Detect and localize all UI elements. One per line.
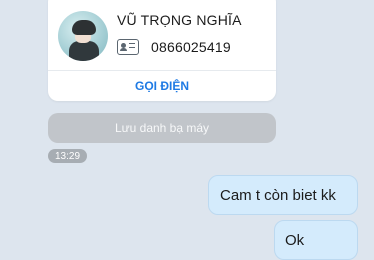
id-card-icon — [117, 39, 139, 55]
save-contact-button[interactable]: Lưu danh bạ máy — [48, 113, 276, 143]
contact-avatar[interactable] — [58, 11, 108, 61]
contact-phone: 0866025419 — [151, 39, 231, 55]
call-button[interactable]: GỌI ĐIỆN — [48, 71, 276, 101]
message-bubble[interactable]: Ok — [274, 220, 358, 260]
time-badge: 13:29 — [48, 149, 87, 163]
contact-name: VŨ TRỌNG NGHĨA — [117, 12, 242, 28]
message-bubble[interactable]: Cam t còn biet kk — [208, 175, 358, 215]
contact-card[interactable]: VŨ TRỌNG NGHĨA 0866025419 GỌI ĐIỆN — [48, 0, 276, 101]
